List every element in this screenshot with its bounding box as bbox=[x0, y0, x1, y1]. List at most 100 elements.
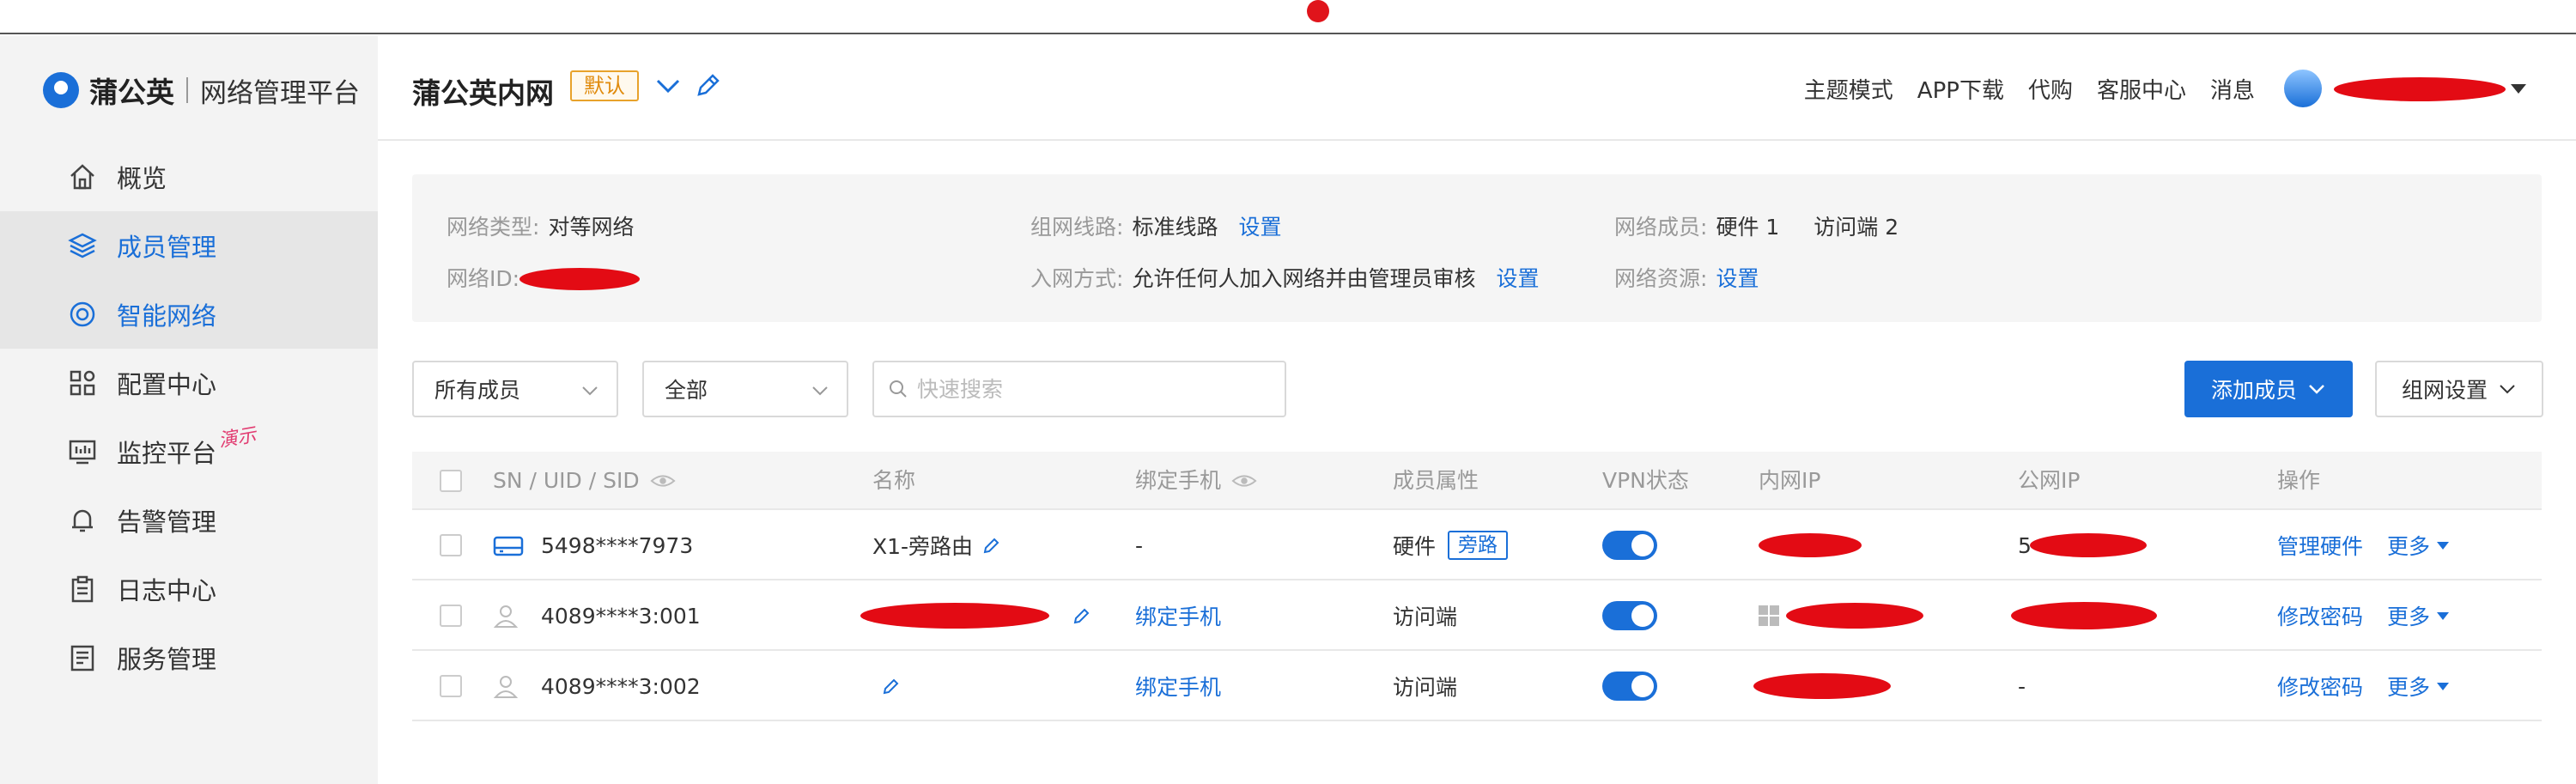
header-vpn: VPN状态 bbox=[1602, 468, 1689, 493]
network-icon bbox=[67, 299, 98, 330]
bind-phone-link[interactable]: 绑定手机 bbox=[1135, 580, 1221, 651]
network-id-label: 网络ID: bbox=[447, 266, 520, 291]
members-table: SN / UID / SID 名称 绑定手机 成员属性 VPN状态 内网IP 公… bbox=[412, 452, 2542, 721]
support-center-link[interactable]: 客服中心 bbox=[2097, 73, 2186, 105]
chevron-down-icon bbox=[2500, 385, 2515, 394]
brand-name: 蒲公英 bbox=[89, 76, 174, 109]
sidebar-item-label: 成员管理 bbox=[117, 233, 217, 262]
sidebar-item-alerts[interactable]: 告警管理 bbox=[0, 486, 378, 555]
sidebar-item-services[interactable]: 服务管理 bbox=[0, 623, 378, 692]
more-menu[interactable]: 更多 bbox=[2387, 600, 2430, 631]
header-sn: SN / UID / SID bbox=[493, 452, 676, 510]
chevron-down-icon[interactable] bbox=[653, 70, 683, 101]
join-label: 入网方式: bbox=[1030, 266, 1124, 291]
manage-hardware-link[interactable]: 管理硬件 bbox=[2277, 530, 2363, 561]
wan-ip-cell: 5 bbox=[2018, 510, 2147, 580]
resources-settings-link[interactable]: 设置 bbox=[1716, 262, 1759, 293]
user-icon bbox=[493, 605, 519, 628]
eye-icon[interactable] bbox=[650, 472, 676, 489]
sidebar-item-config-center[interactable]: 配置中心 bbox=[0, 349, 378, 417]
redaction-mark bbox=[2029, 533, 2147, 557]
edit-pencil-icon[interactable] bbox=[1072, 605, 1092, 626]
redaction-mark bbox=[860, 603, 1049, 629]
edit-pencil-icon[interactable] bbox=[881, 676, 902, 696]
join-settings-link[interactable]: 设置 bbox=[1496, 262, 1539, 293]
edit-pencil-icon[interactable] bbox=[981, 535, 1002, 556]
brand-logo-block[interactable]: 蒲公英 网络管理平台 bbox=[43, 69, 360, 112]
change-password-link[interactable]: 修改密码 bbox=[2277, 600, 2363, 631]
vpn-toggle[interactable] bbox=[1602, 601, 1657, 630]
brand-divider bbox=[186, 77, 188, 103]
route-settings-link[interactable]: 设置 bbox=[1238, 210, 1281, 241]
members-label: 网络成员: bbox=[1614, 215, 1708, 240]
sidebar-item-monitor[interactable]: 监控平台 演示 bbox=[0, 417, 378, 486]
network-id-value bbox=[519, 264, 648, 290]
edit-pencil-icon[interactable] bbox=[692, 70, 723, 101]
sn-value: 5498****7973 bbox=[541, 532, 694, 558]
bind-phone-link[interactable]: 绑定手机 bbox=[1135, 651, 1221, 721]
sidebar-item-label: 监控平台 bbox=[117, 439, 217, 468]
name-cell bbox=[872, 651, 902, 721]
search-box[interactable] bbox=[872, 361, 1286, 417]
sidebar-item-logs[interactable]: 日志中心 bbox=[0, 555, 378, 623]
network-settings-button[interactable]: 组网设置 bbox=[2375, 361, 2543, 417]
theme-mode-link[interactable]: 主题模式 bbox=[1804, 73, 1893, 105]
row-checkbox[interactable] bbox=[440, 510, 462, 580]
select-all-checkbox[interactable] bbox=[440, 452, 462, 510]
lan-ip-cell bbox=[1759, 510, 1862, 580]
ops-cell: 修改密码 更多 bbox=[2277, 651, 2450, 721]
sn-value: 4089****3:001 bbox=[541, 603, 701, 629]
user-menu-caret-icon[interactable] bbox=[2511, 83, 2526, 94]
member-filter-select[interactable]: 所有成员 bbox=[412, 361, 618, 417]
change-password-link[interactable]: 修改密码 bbox=[2277, 671, 2363, 702]
row-checkbox[interactable] bbox=[440, 580, 462, 651]
add-member-label: 添加成员 bbox=[2210, 378, 2297, 403]
bypass-tag: 旁路 bbox=[1448, 531, 1509, 560]
sidebar-item-smart-network[interactable]: 智能网络 bbox=[0, 280, 378, 349]
username[interactable] bbox=[2334, 74, 2506, 103]
vpn-cell bbox=[1602, 510, 1657, 580]
redaction-mark bbox=[2011, 602, 2157, 629]
demo-tag: 演示 bbox=[216, 424, 258, 453]
vpn-toggle[interactable] bbox=[1602, 672, 1657, 701]
members-hardware-count: 硬件 1 bbox=[1716, 215, 1780, 240]
sidebar-item-overview[interactable]: 概览 bbox=[0, 143, 378, 211]
more-menu[interactable]: 更多 bbox=[2387, 671, 2430, 702]
eye-icon[interactable] bbox=[1231, 472, 1257, 489]
top-navigation: 主题模式 APP下载 代购 客服中心 消息 bbox=[1804, 36, 2576, 141]
windows-icon bbox=[1759, 605, 1779, 626]
resources-label: 网络资源: bbox=[1614, 266, 1708, 291]
brand-subtitle: 网络管理平台 bbox=[200, 77, 360, 109]
purchase-agent-link[interactable]: 代购 bbox=[2028, 73, 2073, 105]
more-menu[interactable]: 更多 bbox=[2387, 530, 2430, 561]
avatar[interactable] bbox=[2284, 70, 2322, 107]
vpn-cell bbox=[1602, 580, 1657, 651]
clipboard-icon bbox=[67, 574, 98, 605]
network-type-row: 网络类型: 对等网络 bbox=[447, 210, 634, 241]
caret-down-icon bbox=[2437, 611, 2450, 620]
network-info-panel: 网络类型: 对等网络 网络ID: 组网线路: 标准线路 设置 入网方式: 允许任… bbox=[412, 174, 2542, 322]
header-ops: 操作 bbox=[2277, 468, 2321, 493]
app-download-link[interactable]: APP下载 bbox=[1917, 73, 2004, 105]
status-filter-select[interactable]: 全部 bbox=[642, 361, 848, 417]
lan-ip-cell bbox=[1753, 651, 1891, 721]
chevron-down-icon bbox=[812, 386, 828, 396]
search-input[interactable] bbox=[917, 376, 1243, 402]
phone-cell: - bbox=[1135, 532, 1144, 558]
add-member-button[interactable]: 添加成员 bbox=[2184, 361, 2353, 417]
network-name: 蒲公英内网 bbox=[412, 76, 554, 110]
messages-link[interactable]: 消息 bbox=[2210, 73, 2255, 105]
attr-value: 硬件 bbox=[1393, 534, 1437, 559]
attr-cell: 访问端 bbox=[1393, 605, 1458, 629]
header-wan-ip: 公网IP bbox=[2018, 468, 2081, 493]
browser-top-strip bbox=[0, 0, 2576, 34]
header-attr: 成员属性 bbox=[1393, 468, 1479, 493]
header-phone: 绑定手机 bbox=[1135, 452, 1257, 510]
table-row: 4089****3:002 绑定手机 访问端 - 修改密码 更多 bbox=[412, 651, 2542, 721]
row-checkbox[interactable] bbox=[440, 651, 462, 721]
sidebar-item-members[interactable]: 成员管理 bbox=[0, 211, 378, 280]
header-lan-ip: 内网IP bbox=[1759, 468, 1821, 493]
user-icon bbox=[493, 676, 519, 698]
sidebar-item-label: 告警管理 bbox=[117, 507, 217, 537]
vpn-toggle[interactable] bbox=[1602, 531, 1657, 560]
